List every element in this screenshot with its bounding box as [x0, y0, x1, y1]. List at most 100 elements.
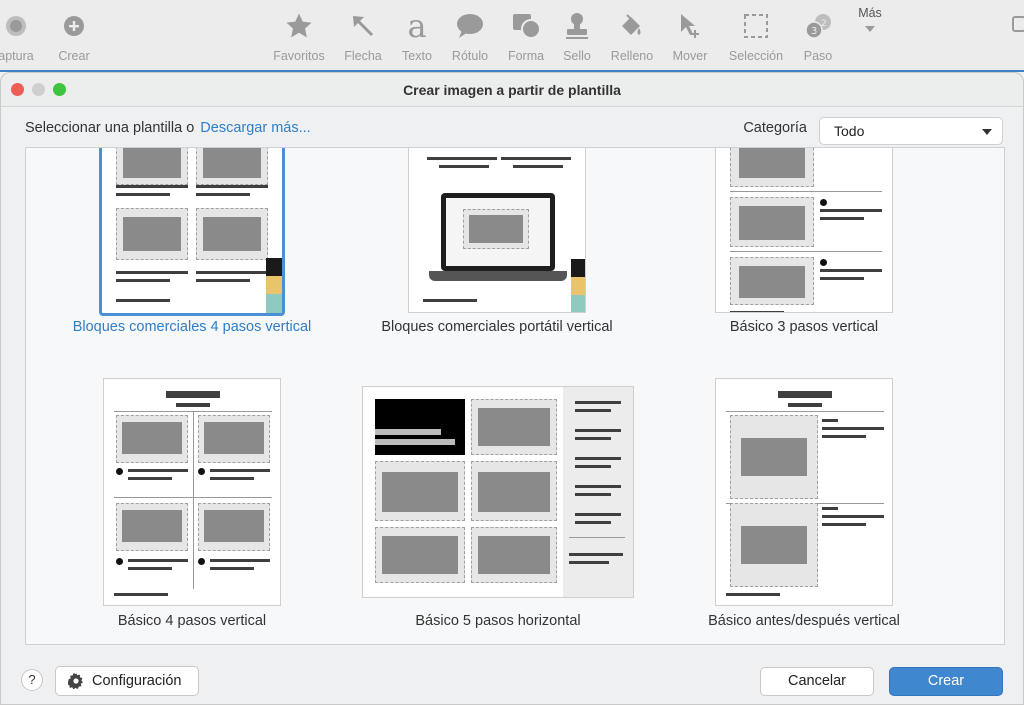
window-icon	[1012, 16, 1024, 32]
text-line	[822, 427, 884, 430]
text-line	[210, 469, 270, 472]
template-thumbnail-basic-before-after[interactable]	[715, 378, 893, 606]
category-label: Categoría	[743, 120, 807, 136]
toolbar-label: aptura	[0, 49, 34, 63]
template-dialog: Crear imagen a partir de plantilla Selec…	[0, 72, 1024, 705]
template-caption[interactable]: Bloques comerciales 4 pasos vertical	[46, 319, 338, 335]
toolbar-move[interactable]: Mover	[658, 8, 722, 63]
template-caption[interactable]: Básico 5 pasos horizontal	[368, 613, 628, 629]
category-value: Todo	[834, 123, 865, 139]
steps-sidebar	[563, 387, 633, 597]
color-swatch	[266, 294, 282, 313]
template-caption[interactable]: Básico antes/después vertical	[672, 613, 936, 629]
divider	[726, 411, 884, 412]
toolbar-fill[interactable]: Relleno	[600, 8, 664, 63]
text-line	[439, 165, 489, 168]
template-caption[interactable]: Básico 3 pasos vertical	[666, 319, 942, 335]
title-bar	[166, 391, 220, 398]
image-placeholder	[730, 148, 814, 187]
template-caption[interactable]: Básico 4 pasos vertical	[62, 613, 322, 629]
select-prompt: Seleccionar una plantilla o Descargar más…	[25, 120, 311, 136]
image-placeholder	[375, 527, 465, 583]
image-placeholder	[196, 148, 268, 185]
toolbar-create[interactable]: Crear	[42, 8, 106, 63]
text-line	[128, 567, 172, 570]
text-line	[501, 157, 571, 160]
download-more-link[interactable]: Descargar más...	[200, 120, 310, 136]
select-prompt-text: Seleccionar una plantilla o	[25, 120, 195, 136]
text-line	[128, 469, 188, 472]
color-swatch	[266, 258, 282, 276]
category-select[interactable]: Todo	[819, 117, 1003, 145]
toolbar-more[interactable]: Más	[838, 6, 902, 32]
capture-icon	[0, 8, 48, 44]
callout-icon	[438, 8, 502, 44]
image-placeholder	[730, 197, 814, 247]
help-button[interactable]: ?	[21, 669, 43, 691]
step-number	[820, 259, 827, 266]
step-number	[820, 199, 827, 206]
text-line	[210, 559, 270, 562]
toolbar-capture[interactable]: aptura	[0, 8, 48, 63]
fill-icon	[600, 8, 664, 44]
image-placeholder	[730, 415, 818, 499]
text-line	[116, 279, 170, 282]
text-line	[196, 185, 268, 188]
template-thumbnail-business-4-steps[interactable]	[99, 148, 285, 316]
toolbar-favorites[interactable]: Favoritos	[267, 8, 331, 63]
image-placeholder	[471, 461, 557, 521]
laptop-screen	[441, 193, 555, 271]
image-placeholder	[198, 503, 270, 551]
svg-text:3: 3	[811, 26, 817, 37]
step-number	[116, 468, 123, 475]
text-line	[513, 165, 563, 168]
toolbar-selection[interactable]: Selección	[724, 8, 788, 63]
template-caption[interactable]: Bloques comerciales portátil vertical	[356, 319, 638, 335]
subtitle-bar	[176, 403, 210, 407]
divider	[730, 191, 882, 192]
template-thumbnail-business-laptop[interactable]	[408, 148, 586, 313]
image-placeholder	[196, 208, 268, 260]
image-placeholder	[375, 461, 465, 521]
text-line	[116, 185, 188, 188]
text-line	[820, 209, 882, 212]
toolbar-label: Rótulo	[451, 49, 489, 63]
divider	[730, 251, 882, 252]
color-swatch	[266, 276, 282, 294]
text-line	[196, 193, 250, 196]
text-line	[423, 299, 477, 302]
image-placeholder	[116, 503, 188, 551]
image-placeholder	[730, 257, 814, 305]
cancel-button[interactable]: Cancelar	[760, 667, 874, 696]
text-glyph: a	[407, 7, 427, 45]
move-icon	[658, 8, 722, 44]
dialog-title: Crear imagen a partir de plantilla	[403, 82, 621, 98]
text-line	[114, 593, 168, 596]
create-button[interactable]: Crear	[889, 667, 1003, 696]
text-line	[210, 477, 254, 480]
text-line	[210, 567, 254, 570]
template-thumbnail-basic-4-steps[interactable]	[103, 378, 281, 606]
configuration-button[interactable]: Configuración	[55, 666, 199, 696]
selection-icon	[724, 8, 788, 44]
text-line	[726, 593, 780, 596]
main-toolbar: aptura Crear Favoritos Flecha a Texto Ró…	[0, 0, 1024, 72]
text-line	[820, 269, 882, 272]
text-line	[427, 157, 497, 160]
text-line	[196, 279, 250, 282]
text-line	[820, 217, 864, 220]
template-grid: Bloques comerciales 4 pasos vertical Blo…	[25, 147, 1005, 645]
dialog-titlebar: Crear imagen a partir de plantilla	[1, 73, 1023, 107]
configuration-label: Configuración	[92, 673, 182, 689]
template-thumbnail-basic-5-steps[interactable]	[362, 386, 634, 598]
text-line	[116, 193, 170, 196]
text-line	[822, 507, 838, 510]
text-line	[822, 435, 866, 438]
text-line	[730, 311, 784, 312]
template-thumbnail-basic-3-steps[interactable]	[715, 148, 893, 313]
gear-icon	[68, 673, 83, 689]
star-icon	[267, 8, 331, 44]
text-line	[822, 523, 866, 526]
toolbar-callout[interactable]: Rótulo	[438, 8, 502, 63]
text-line	[196, 271, 268, 274]
